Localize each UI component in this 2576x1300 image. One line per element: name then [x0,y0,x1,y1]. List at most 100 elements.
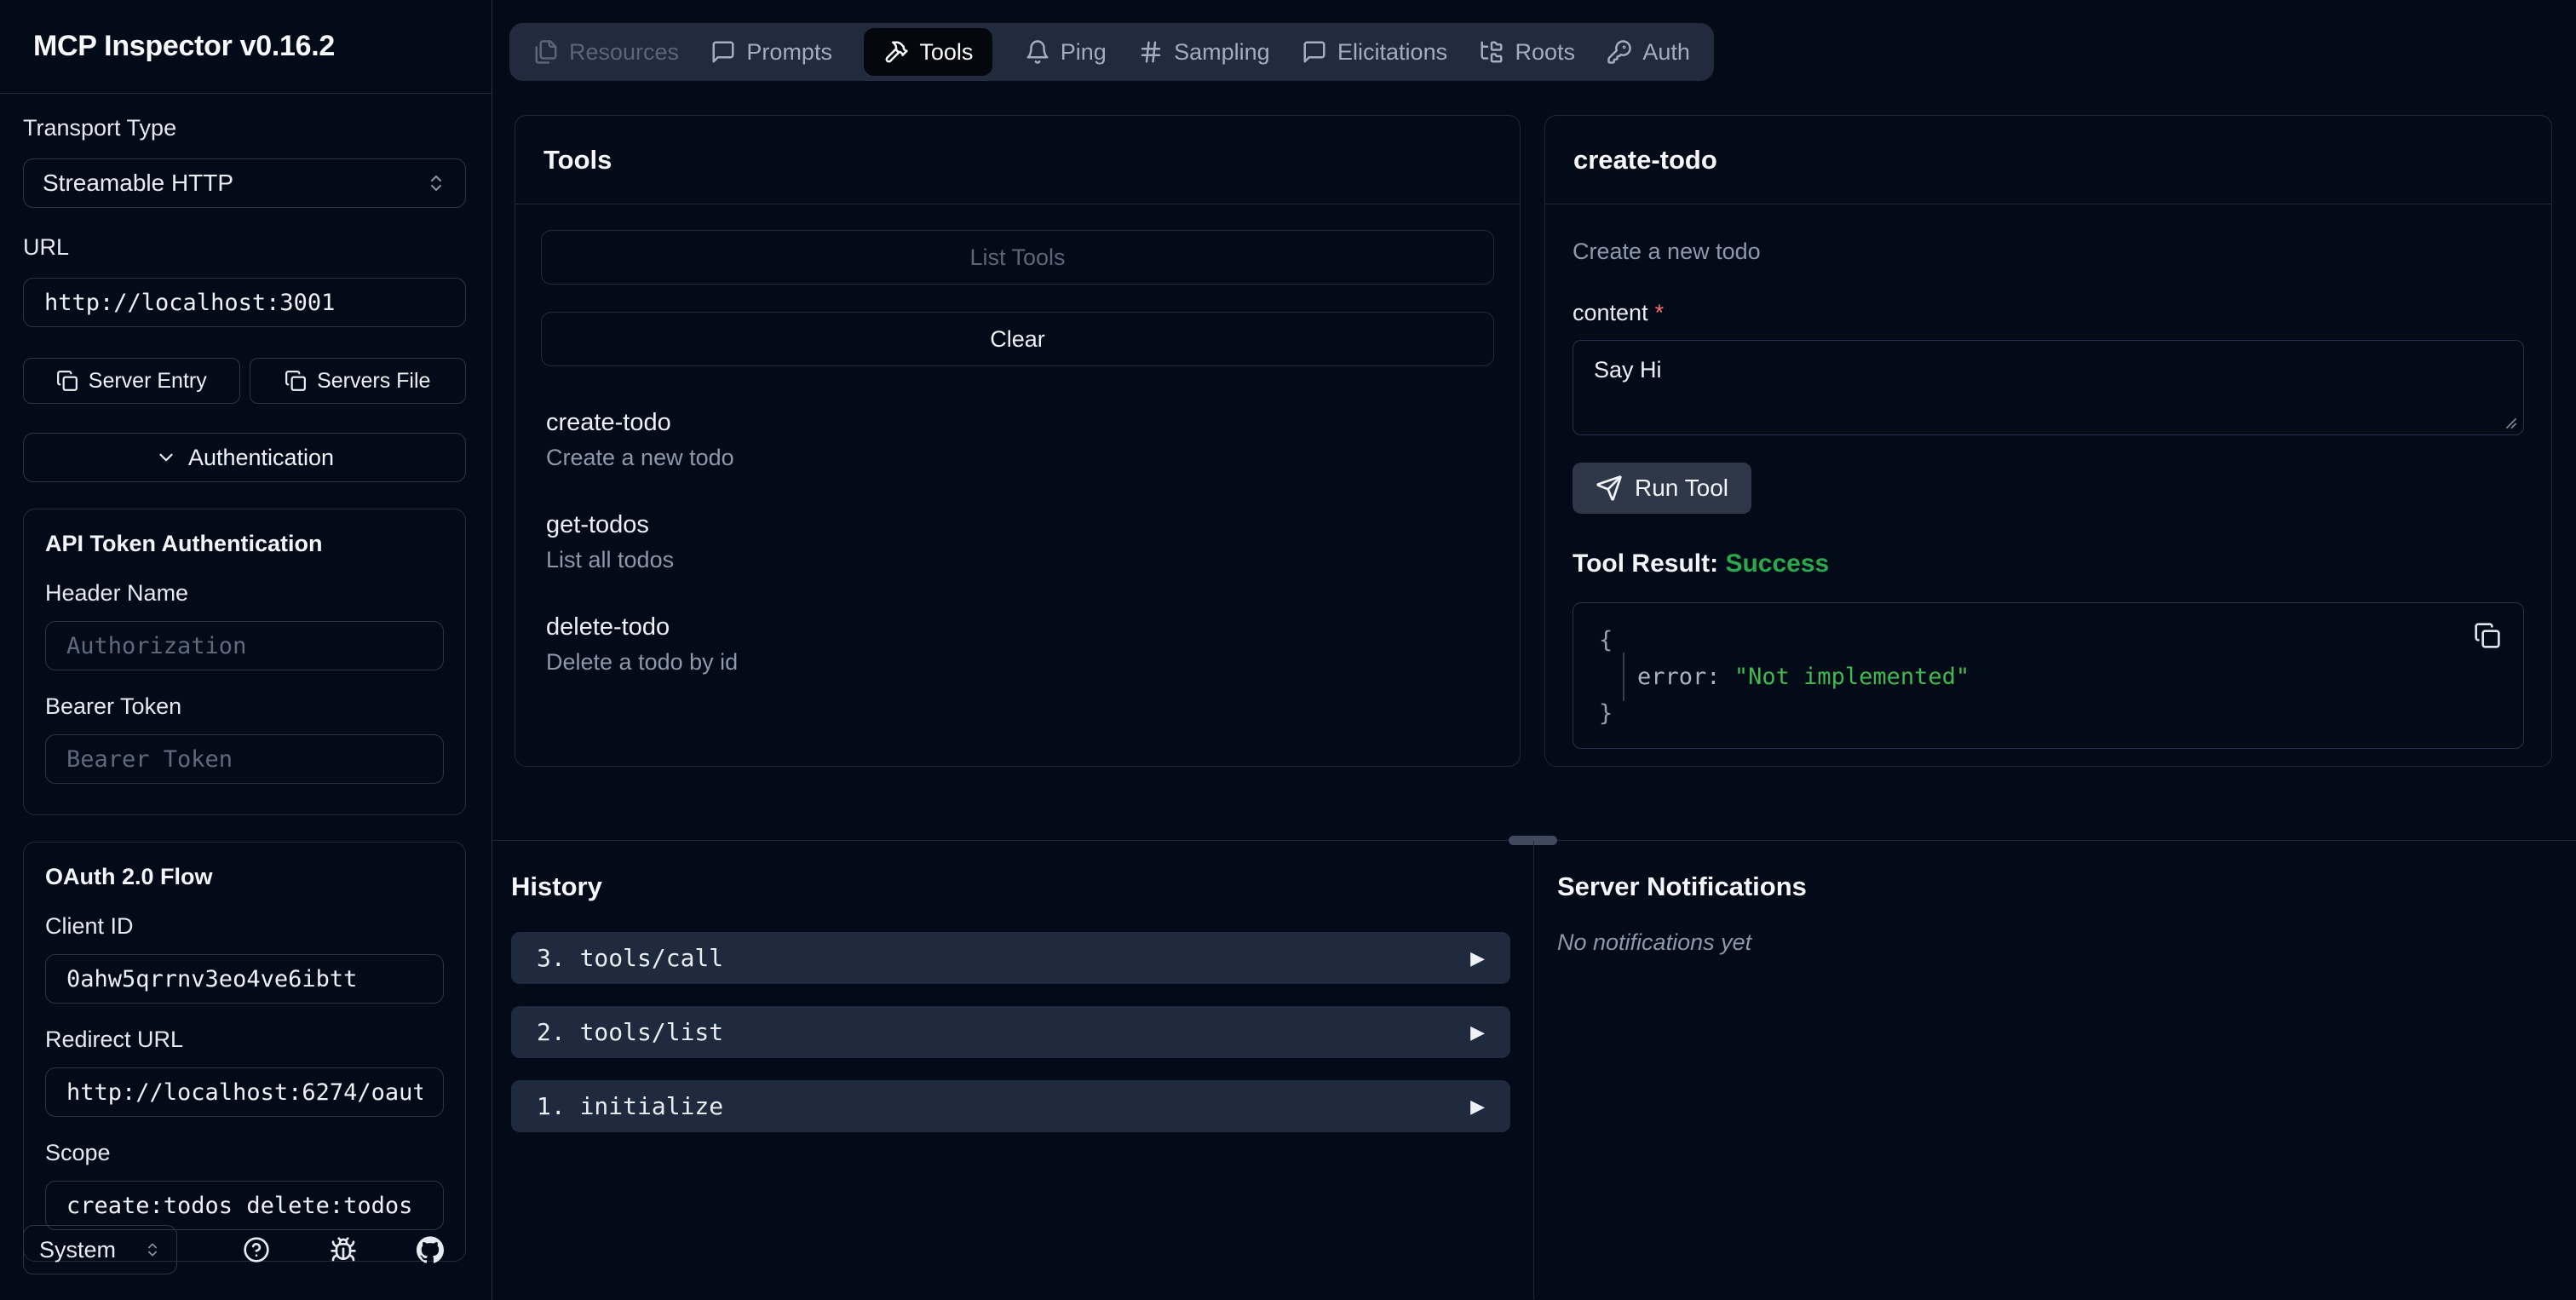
tab-auth[interactable]: Auth [1607,28,1690,76]
authentication-toggle[interactable]: Authentication [23,433,466,482]
authentication-label: Authentication [187,444,335,470]
sidebar-footer: System [23,1199,466,1300]
theme-select[interactable]: System [23,1225,177,1274]
tool-result-status: Success [1725,549,1830,578]
hammer-icon [883,39,909,65]
tab-roots[interactable]: Roots [1479,28,1575,76]
files-icon [533,39,559,65]
copy-icon [56,370,78,392]
clear-button[interactable]: Clear [541,312,1494,366]
sidebar: MCP Inspector v0.16.2 Transport Type Str… [0,0,492,1300]
header-name-input[interactable] [45,621,444,670]
app-title: MCP Inspector v0.16.2 [33,30,336,62]
redirect-url-input[interactable] [45,1067,444,1117]
tab-tools[interactable]: Tools [864,28,993,76]
tool-description: Delete a todo by id [546,649,739,675]
header-name-label: Header Name [45,580,189,606]
tool-detail-description: Create a new todo [1573,239,1761,264]
json-open-brace: { [1599,627,1613,653]
redirect-url-label: Redirect URL [45,1027,184,1052]
message-square-icon [1302,39,1327,65]
tool-list-item-delete-todo[interactable]: delete-todo Delete a todo by id [546,613,1489,676]
client-id-input[interactable] [45,954,444,1004]
tab-sampling[interactable]: Sampling [1138,28,1270,76]
history-entries: 3. tools/call ▶ 2. tools/list ▶ 1. initi… [511,932,1510,1132]
api-token-card: API Token Authentication Header Name Bea… [23,509,466,815]
send-icon [1596,475,1623,502]
bearer-token-input[interactable] [45,734,444,784]
tool-list-item-create-todo[interactable]: create-todo Create a new todo [546,409,1489,471]
key-icon [1607,39,1632,65]
chevron-down-icon [155,446,177,469]
tab-prompts[interactable]: Prompts [710,28,832,76]
history-entry-tools-call[interactable]: 3. tools/call ▶ [511,932,1510,984]
theme-value: System [39,1236,117,1263]
tab-bar: Resources Prompts Tools Ping Sampling El… [509,23,1714,81]
list-tools-button[interactable]: List Tools [541,230,1494,285]
copy-buttons-row: Server Entry Servers File [23,358,466,404]
github-icon[interactable] [417,1236,444,1263]
tab-resources[interactable]: Resources [533,28,679,76]
tab-label: Tools [919,38,974,65]
transport-type-select[interactable]: Streamable HTTP [23,158,466,208]
tools-panel: Tools List Tools Clear create-todo Creat… [515,115,1521,767]
no-notifications-message: No notifications yet [1557,929,1752,955]
client-id-label: Client ID [45,913,134,939]
copy-icon [285,370,307,392]
content-label-text: content [1573,300,1648,325]
tab-label: Ping [1060,38,1107,65]
json-close-brace: } [1599,700,1613,727]
servers-file-button[interactable]: Servers File [249,358,466,404]
tool-detail-body: Create a new todo content * Say Hi Run To… [1545,204,2551,749]
tool-list-item-get-todos[interactable]: get-todos List all todos [546,511,1489,573]
hash-icon [1138,39,1164,65]
content-field-wrap: Say Hi [1573,340,2524,440]
tab-elicitations[interactable]: Elicitations [1302,28,1447,76]
required-marker: * [1654,300,1665,325]
tool-detail-panel: create-todo Create a new todo content * S… [1544,115,2552,767]
bearer-token-label: Bearer Token [45,693,182,719]
url-label: URL [23,234,70,260]
app-header: MCP Inspector v0.16.2 [0,0,492,94]
scope-label: Scope [45,1140,111,1165]
tools-panel-header: Tools [515,116,1520,204]
tab-label: Prompts [746,38,832,65]
url-input[interactable] [23,278,466,327]
tab-label: Resources [569,38,680,65]
copy-result-button[interactable] [2474,622,2501,649]
history-entry-tools-list[interactable]: 2. tools/list ▶ [511,1006,1510,1058]
history-entry-label: 1. initialize [537,1092,724,1120]
history-entry-label: 3. tools/call [537,944,724,972]
tool-description: List all todos [546,547,675,572]
tools-panel-title: Tools [543,144,612,175]
tool-detail-title: create-todo [1573,144,1717,175]
server-entry-label: Server Entry [88,368,207,393]
json-key: error: [1637,664,1721,690]
tool-name: get-todos [546,511,649,538]
run-tool-button[interactable]: Run Tool [1573,463,1752,514]
tab-label: Sampling [1174,38,1270,65]
json-string-value: "Not implemented" [1734,664,1970,690]
oauth-title: OAuth 2.0 Flow [45,864,213,889]
expand-arrow-icon: ▶ [1470,1021,1485,1043]
transport-type-value: Streamable HTTP [43,170,234,196]
api-token-title: API Token Authentication [45,531,323,556]
tab-label: Auth [1642,38,1690,65]
tool-result-label: Tool Result: [1573,549,1719,578]
tools-panel-body: List Tools Clear create-todo Create a ne… [515,204,1520,676]
bug-icon[interactable] [330,1236,357,1263]
tool-detail-header: create-todo [1545,116,2551,204]
run-tool-label: Run Tool [1635,475,1729,501]
server-notifications-title: Server Notifications [1557,871,1807,901]
resize-grip-icon[interactable] [2505,417,2517,429]
content-textarea[interactable]: Say Hi [1573,340,2524,435]
expand-arrow-icon: ▶ [1470,1095,1485,1117]
tool-result-json: { error: "Not implemented" } [1573,602,2524,749]
server-entry-button[interactable]: Server Entry [23,358,240,404]
history-entry-initialize[interactable]: 1. initialize ▶ [511,1080,1510,1132]
tab-label: Elicitations [1337,38,1448,65]
tool-description: Create a new todo [546,445,734,470]
help-icon[interactable] [243,1236,270,1263]
content-field-label: content * [1573,300,2524,326]
tab-ping[interactable]: Ping [1025,28,1107,76]
